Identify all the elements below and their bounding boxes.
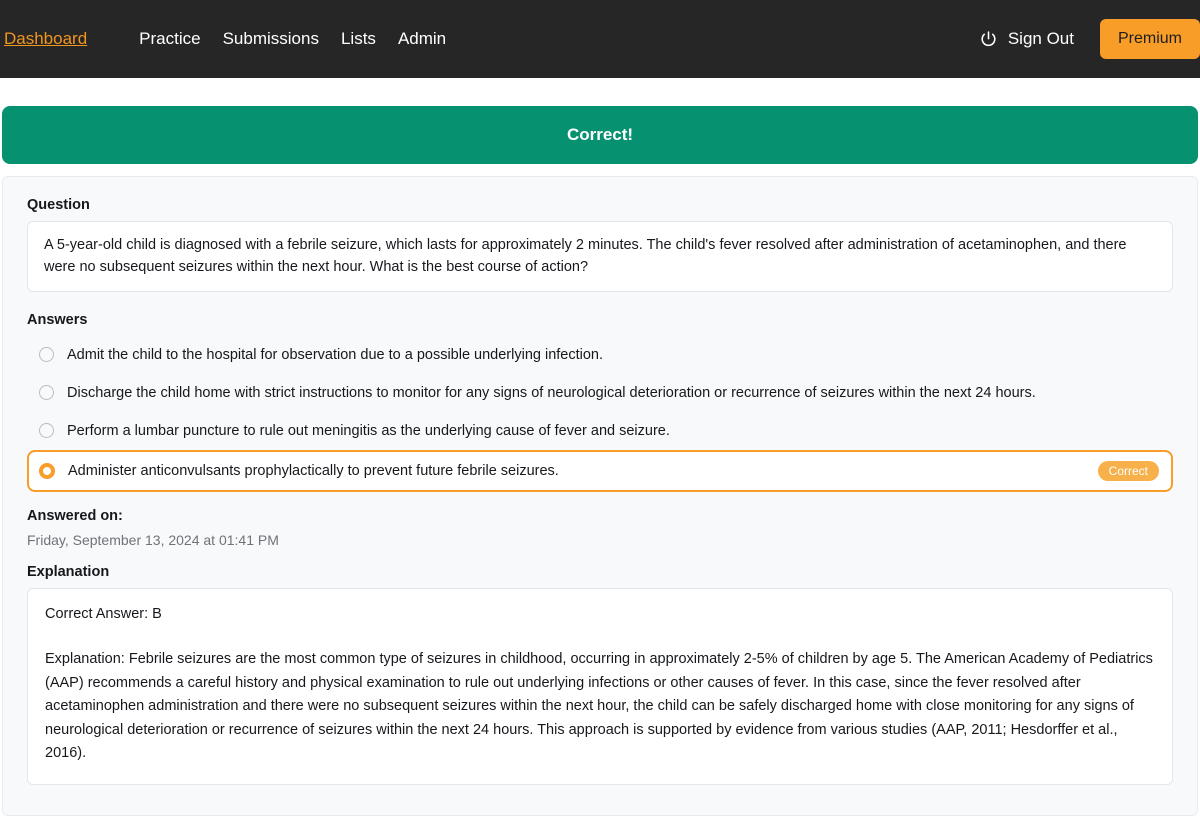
sign-out-label: Sign Out [1007,29,1074,48]
answer-option-label: Admit the child to the hospital for obse… [67,346,604,363]
question-text: A 5-year-old child is diagnosed with a f… [27,221,1173,292]
nav-brand-dashboard[interactable]: Dashboard [0,29,103,49]
navbar-right-group: Sign Out Premium [978,0,1200,78]
radio-icon[interactable] [39,347,54,363]
correct-badge: Correct [1097,460,1159,481]
answer-option-label: Administer anticonvulsants prophylactica… [68,462,559,479]
answer-option-label: Perform a lumbar puncture to rule out me… [67,422,670,439]
answer-option-2[interactable]: Discharge the child home with strict ins… [27,374,1173,412]
navbar-links: Practice Submissions Lists Admin [139,29,446,49]
result-banner: Correct! [2,106,1198,164]
radio-icon-selected[interactable] [39,462,55,479]
page-content: Correct! Question A 5-year-old child is … [0,106,1200,816]
radio-icon[interactable] [39,385,54,401]
submission-card: Question A 5-year-old child is diagnosed… [2,176,1198,816]
radio-icon[interactable] [39,423,54,439]
answer-option-3[interactable]: Perform a lumbar puncture to rule out me… [27,412,1173,450]
answers-label: Answers [27,311,88,328]
navbar-left-group: Dashboard Practice Submissions Lists Adm… [0,29,446,49]
nav-link-lists[interactable]: Lists [341,29,376,49]
answered-on-label: Answered on: [27,507,123,524]
explanation-box: Correct Answer: B Explanation: Febrile s… [27,587,1173,785]
answers-list: Admit the child to the hospital for obse… [27,336,1173,492]
explanation-label: Explanation [27,563,110,580]
answer-option-label: Discharge the child home with strict ins… [67,384,1036,401]
sign-out-button[interactable]: Sign Out [978,29,1074,50]
answer-option-4-selected[interactable]: Administer anticonvulsants prophylactica… [27,449,1173,492]
explanation-body: Explanation: Febrile seizures are the mo… [45,651,1153,762]
correct-answer-line: Correct Answer: B [45,605,162,622]
answered-on-value: Friday, September 13, 2024 at 01:41 PM [27,531,279,548]
nav-link-submissions[interactable]: Submissions [223,29,319,49]
nav-link-admin[interactable]: Admin [398,29,446,49]
answer-option-1[interactable]: Admit the child to the hospital for obse… [27,336,1173,374]
nav-link-practice[interactable]: Practice [139,29,200,49]
power-icon [978,29,999,50]
question-label: Question [27,197,90,213]
top-navbar: Dashboard Practice Submissions Lists Adm… [0,0,1200,78]
premium-button[interactable]: Premium [1099,19,1200,59]
